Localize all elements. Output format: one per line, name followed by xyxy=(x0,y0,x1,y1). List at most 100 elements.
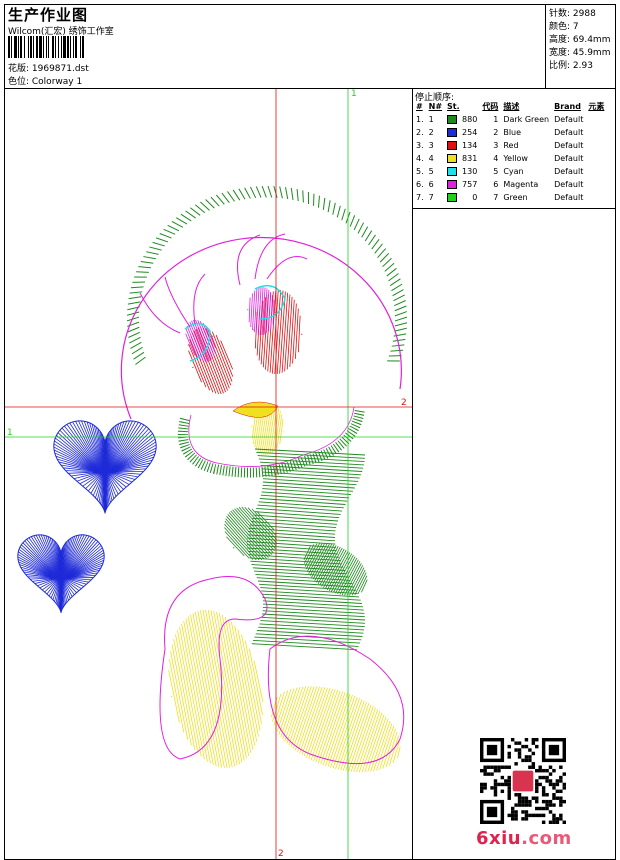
qr-module xyxy=(507,744,511,749)
stitch xyxy=(258,501,344,509)
qr-module xyxy=(552,786,556,790)
stitch xyxy=(167,224,180,232)
stitch xyxy=(173,639,196,750)
qr-module xyxy=(504,765,508,769)
qr-module xyxy=(504,782,508,787)
qr-module xyxy=(517,803,522,807)
qr-module xyxy=(531,751,536,756)
stitch xyxy=(262,597,362,604)
row-needle: 5 xyxy=(428,167,434,176)
qr-module xyxy=(507,796,511,800)
guide-label-bottom: 2 xyxy=(278,849,284,859)
qr-module xyxy=(535,789,539,794)
row-description: Dark Green xyxy=(503,115,550,124)
qr-module xyxy=(535,813,539,818)
table-row: 1. 1 880 1 Dark Green Default xyxy=(414,113,607,126)
eyelash xyxy=(193,273,206,325)
row-code: 1 xyxy=(493,115,499,124)
row-needle: 2 xyxy=(428,128,434,137)
stitch xyxy=(227,191,235,202)
qr-module xyxy=(531,741,536,745)
qr-module xyxy=(541,775,546,780)
qr-module xyxy=(524,803,529,807)
qr-module xyxy=(517,748,522,752)
side-divider xyxy=(412,88,413,860)
qr-module xyxy=(538,813,542,818)
page-title: 生产作业图 xyxy=(8,6,89,24)
eyelash xyxy=(254,233,286,280)
qr-finder xyxy=(548,744,560,756)
qr-module xyxy=(548,803,553,807)
barcode xyxy=(8,36,142,58)
stitch xyxy=(394,316,408,322)
stitch xyxy=(163,228,176,235)
qr-module xyxy=(507,751,511,756)
qr-module xyxy=(548,820,553,824)
row-stitches: 254 xyxy=(462,128,478,137)
qr-module xyxy=(545,793,549,797)
stitch xyxy=(200,201,210,211)
qr-module xyxy=(548,810,553,814)
stitch xyxy=(190,207,201,216)
stitch xyxy=(353,218,360,231)
row-stitches: 880 xyxy=(462,115,478,124)
qr-module xyxy=(480,786,484,790)
qr-module xyxy=(548,779,553,783)
qr-module xyxy=(486,765,491,769)
stitch xyxy=(210,196,220,207)
stitch xyxy=(327,200,331,213)
row-needle: 4 xyxy=(428,154,434,163)
qr-module xyxy=(507,786,511,790)
stitch xyxy=(259,498,346,505)
stitch xyxy=(218,613,247,759)
qr-module xyxy=(562,772,566,776)
qr-module xyxy=(483,786,487,790)
row-needle: 7 xyxy=(428,193,434,202)
swatch xyxy=(445,165,460,178)
stitch xyxy=(261,491,350,499)
stitch xyxy=(261,593,361,601)
stitch xyxy=(388,273,399,282)
qr-module xyxy=(559,789,563,794)
row-description: Red xyxy=(503,141,519,150)
left-foot xyxy=(168,609,264,768)
qr-module xyxy=(548,765,553,769)
stitch xyxy=(213,610,243,763)
qr-module xyxy=(552,803,556,807)
stitch xyxy=(257,630,363,637)
stitch xyxy=(279,186,283,199)
row-element xyxy=(586,126,607,139)
swatch xyxy=(445,113,460,126)
color-swatch xyxy=(447,115,458,124)
stitch xyxy=(285,187,289,200)
swatch xyxy=(445,178,460,191)
qr-module xyxy=(555,796,560,800)
stitch xyxy=(181,623,208,762)
qr-module xyxy=(555,817,560,821)
stitch xyxy=(254,511,340,519)
qr-module xyxy=(545,768,549,773)
table-row: 4. 4 831 4 Yellow Default xyxy=(414,152,607,165)
watermark-logo: 6xiu.com xyxy=(476,828,572,849)
swatch xyxy=(445,139,460,152)
qr-module xyxy=(490,765,494,769)
stitch xyxy=(248,648,263,715)
qr-module xyxy=(541,793,546,797)
stitch xyxy=(256,507,341,515)
qr-module xyxy=(559,817,563,821)
stitch xyxy=(180,213,192,222)
stitch xyxy=(176,217,188,225)
qr-module xyxy=(483,782,487,787)
swatch xyxy=(445,152,460,165)
row-element xyxy=(586,191,607,204)
qr-module xyxy=(562,782,566,787)
row-stitches: 130 xyxy=(462,167,478,176)
qr-module xyxy=(555,789,560,794)
stitch xyxy=(135,356,146,365)
qr-module xyxy=(490,772,494,776)
qr-module xyxy=(507,789,511,794)
qr-module xyxy=(552,820,556,824)
stitch xyxy=(262,474,359,482)
stitch xyxy=(389,278,401,287)
stitch xyxy=(332,202,336,215)
